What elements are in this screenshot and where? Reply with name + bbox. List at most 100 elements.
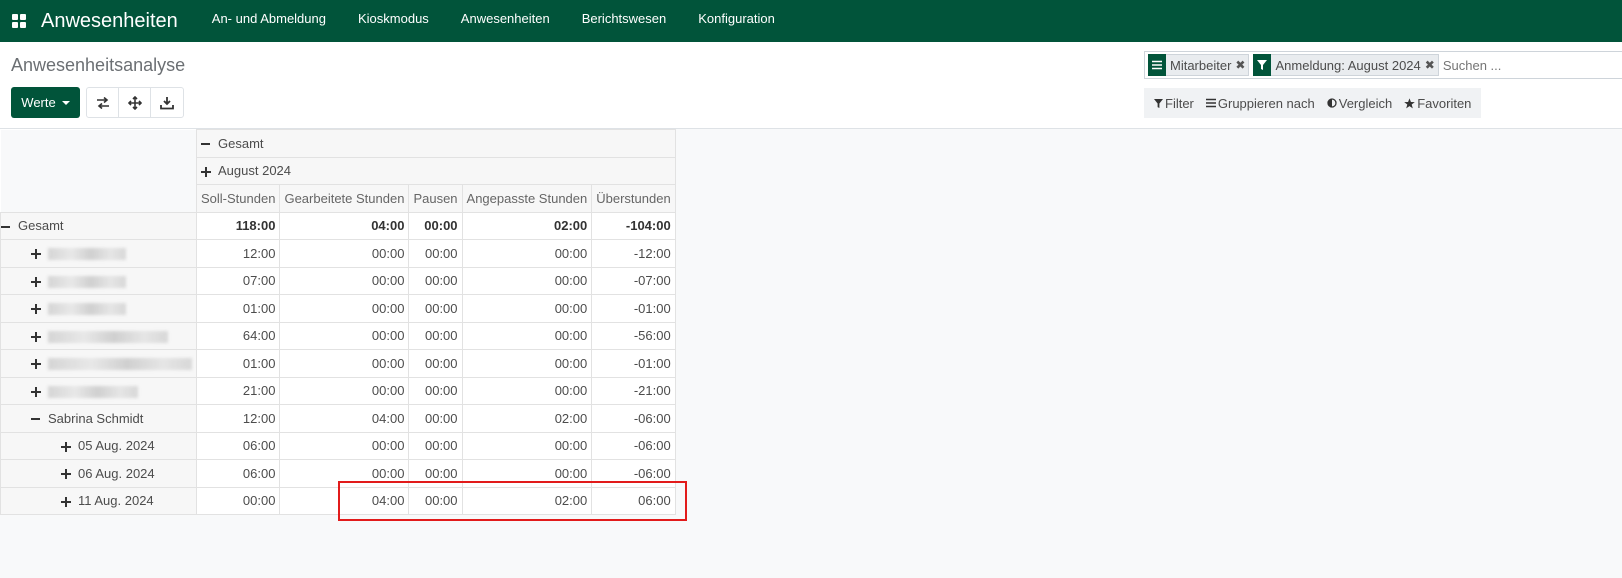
pivot-cell[interactable]: 00:00 (279, 321, 410, 350)
pivot-cell[interactable]: 02:00 (461, 486, 593, 515)
close-icon[interactable]: ✖ (1235, 58, 1248, 72)
measure-header[interactable]: Angepasste Stunden (461, 184, 593, 213)
pivot-cell[interactable]: 00:00 (279, 266, 410, 295)
pivot-cell[interactable]: 00:00 (408, 239, 463, 268)
pivot-cell[interactable]: 00:00 (408, 266, 463, 295)
expand-all-icon[interactable] (119, 88, 151, 117)
pivot-cell[interactable]: 00:00 (461, 294, 593, 323)
pivot-cell[interactable]: 00:00 (279, 349, 410, 378)
row-header[interactable] (0, 294, 197, 323)
comparison-menu-button[interactable]: Vergleich (1321, 96, 1398, 111)
pivot-cell[interactable]: -07:00 (591, 266, 676, 295)
pivot-cell[interactable]: -06:00 (591, 431, 676, 460)
pivot-cell[interactable]: 00:00 (279, 431, 410, 460)
pivot-cell[interactable]: 02:00 (461, 211, 593, 240)
search-input[interactable] (1442, 57, 1613, 73)
pivot-col-header-august[interactable]: August 2024 (196, 156, 676, 185)
flip-axis-icon[interactable] (87, 88, 119, 117)
measure-header[interactable]: Gearbeitete Stunden (279, 184, 410, 213)
pivot-cell[interactable]: 07:00 (195, 266, 281, 295)
pivot-cell[interactable]: 00:00 (461, 431, 593, 460)
pivot-cell[interactable]: 00:00 (408, 404, 463, 433)
pivot-cell[interactable]: 06:00 (195, 431, 281, 460)
collapse-icon (1, 225, 10, 228)
pivot-cell[interactable]: 12:00 (195, 239, 281, 268)
pivot-cell[interactable]: 04:00 (279, 211, 410, 240)
pivot-cell[interactable]: 06:00 (195, 459, 281, 488)
row-header[interactable] (0, 321, 197, 350)
download-icon[interactable] (151, 88, 183, 117)
menu-item-an-abmeldung[interactable]: An- und Abmeldung (196, 0, 342, 42)
row-header[interactable] (0, 349, 197, 378)
werte-button[interactable]: Werte (11, 87, 80, 118)
pivot-cell[interactable]: 01:00 (195, 294, 281, 323)
pivot-cell[interactable]: 00:00 (408, 376, 463, 405)
row-header[interactable]: Gesamt (0, 211, 197, 240)
pivot-cell[interactable]: 04:00 (279, 404, 410, 433)
pivot-cell[interactable]: 00:00 (279, 239, 410, 268)
app-title[interactable]: Anwesenheiten (41, 10, 178, 33)
apps-grid-icon[interactable] (0, 0, 38, 42)
pivot-cell[interactable]: 00:00 (461, 266, 593, 295)
pivot-cell[interactable]: -01:00 (591, 349, 676, 378)
menu-item-anwesenheiten[interactable]: Anwesenheiten (445, 0, 566, 42)
pivot-cell[interactable]: 00:00 (408, 294, 463, 323)
row-header[interactable]: 06 Aug. 2024 (0, 459, 197, 488)
pivot-cell[interactable]: 00:00 (408, 459, 463, 488)
pivot-cell[interactable]: 00:00 (408, 211, 463, 240)
pivot-cell[interactable]: 04:00 (279, 486, 410, 515)
pivot-cell[interactable]: 00:00 (279, 459, 410, 488)
pivot-cell[interactable]: 06:00 (591, 486, 676, 515)
row-header[interactable]: Sabrina Schmidt (0, 404, 197, 433)
pivot-cell[interactable]: -06:00 (591, 459, 676, 488)
measure-header[interactable]: Pausen (408, 184, 463, 213)
pivot-cell[interactable]: 00:00 (279, 376, 410, 405)
pivot-cell[interactable]: 01:00 (195, 349, 281, 378)
measure-header[interactable]: Überstunden (591, 184, 676, 213)
pivot-cell[interactable]: 118:00 (195, 211, 281, 240)
menu-item-kioskmodus[interactable]: Kioskmodus (342, 0, 445, 42)
filter-menu-button[interactable]: Filter (1148, 96, 1200, 111)
measure-header[interactable]: Soll-Stunden (195, 184, 281, 213)
pivot-cell[interactable]: -01:00 (591, 294, 676, 323)
menu-item-konfiguration[interactable]: Konfiguration (682, 0, 791, 42)
pivot-cell[interactable]: -104:00 (591, 211, 676, 240)
pivot-cell[interactable]: 02:00 (461, 404, 593, 433)
pivot-cell[interactable]: 00:00 (461, 239, 593, 268)
row-header[interactable]: 05 Aug. 2024 (0, 431, 197, 460)
pivot-cell[interactable]: 00:00 (408, 321, 463, 350)
pivot-cell[interactable]: -06:00 (591, 404, 676, 433)
expand-icon (31, 304, 41, 315)
row-header[interactable] (0, 376, 197, 405)
row-header[interactable]: 11 Aug. 2024 (0, 486, 197, 515)
pivot-cell[interactable]: 00:00 (408, 349, 463, 378)
pivot-cell[interactable]: 00:00 (195, 486, 281, 515)
close-icon[interactable]: ✖ (1425, 58, 1438, 72)
expand-icon (61, 496, 71, 507)
pivot-cell[interactable]: 00:00 (408, 431, 463, 460)
pivot-cell[interactable]: 00:00 (279, 294, 410, 323)
pivot-row: 07:00 00:00 00:00 00:00 -07:00 (0, 266, 676, 295)
row-header[interactable] (0, 266, 197, 295)
pivot-col-header-total[interactable]: Gesamt (196, 129, 676, 158)
menu-item-berichtswesen[interactable]: Berichtswesen (566, 0, 683, 42)
favorites-menu-button[interactable]: Favoriten (1398, 96, 1477, 111)
expand-icon (61, 469, 71, 480)
comparison-label: Vergleich (1338, 95, 1393, 111)
pivot-cell[interactable]: -12:00 (591, 239, 676, 268)
half-circle-icon (1327, 98, 1337, 108)
pivot-cell[interactable]: 00:00 (461, 349, 593, 378)
pivot-cell[interactable]: 00:00 (408, 486, 463, 515)
pivot-cell[interactable]: 21:00 (195, 376, 281, 405)
pivot-cell[interactable]: 64:00 (195, 321, 281, 350)
pivot-cell[interactable]: 00:00 (461, 459, 593, 488)
groupby-menu-button[interactable]: Gruppieren nach (1200, 96, 1321, 111)
pivot-cell[interactable]: -21:00 (591, 376, 676, 405)
pivot-cell[interactable]: 00:00 (461, 376, 593, 405)
row-header[interactable] (0, 239, 197, 268)
pivot-cell[interactable]: 00:00 (461, 321, 593, 350)
redacted-name (48, 358, 192, 371)
pivot-cell[interactable]: -56:00 (591, 321, 676, 350)
pivot-cell[interactable]: 12:00 (195, 404, 281, 433)
pivot-toolbar (86, 87, 184, 118)
